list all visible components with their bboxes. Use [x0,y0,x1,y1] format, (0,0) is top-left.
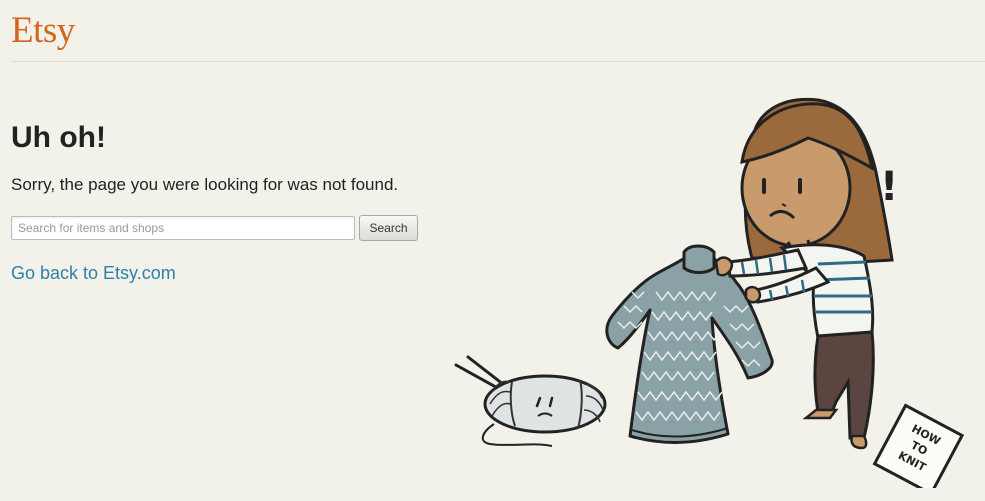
page-title: Uh oh! [11,121,106,154]
back-to-etsy-link[interactable]: Go back to Etsy.com [11,261,176,285]
knitting-illustration: ! HOW TO KNIT [454,97,965,488]
search-button[interactable]: Search [359,215,418,241]
exclamation-mark: ! [880,164,898,210]
search-input[interactable] [11,216,355,240]
header-divider [11,61,985,62]
how-to-knit-booklet: HOW TO KNIT [872,403,965,488]
header: Etsy [0,0,985,62]
yarn-ball [454,355,607,447]
girl-figure [714,97,894,450]
search-form: Search [11,215,441,241]
error-message: Sorry, the page you were looking for was… [11,175,399,194]
etsy-logo[interactable]: Etsy [11,9,75,53]
main-content: Uh oh! Sorry, the page you were looking … [11,118,441,285]
error-page: Etsy Uh oh! Sorry, the page you were loo… [0,0,985,501]
